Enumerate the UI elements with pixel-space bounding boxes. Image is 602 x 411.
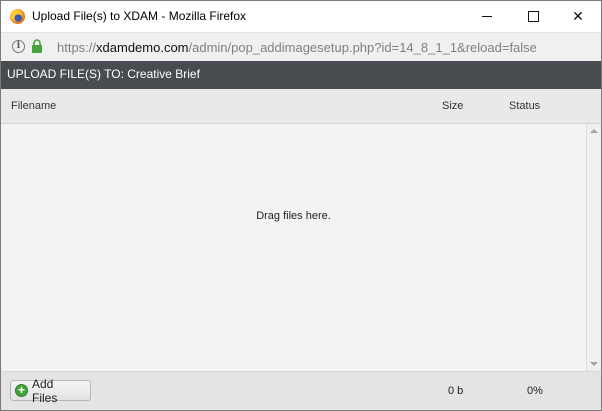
upload-title: UPLOAD FILE(S) TO: Creative Brief — [7, 67, 200, 81]
total-progress: 0% — [527, 385, 543, 397]
close-button[interactable]: ✕ — [555, 1, 601, 32]
file-list-scrollbar[interactable] — [586, 124, 601, 371]
firefox-icon — [10, 9, 25, 24]
scroll-up-icon[interactable] — [590, 129, 598, 133]
add-icon: + — [15, 384, 28, 397]
lock-icon — [32, 39, 42, 53]
minimize-button[interactable] — [464, 1, 510, 32]
info-icon[interactable]: i — [12, 40, 25, 53]
upload-footer: + Add Files 0 b 0% — [1, 371, 601, 410]
browser-window: Upload File(s) to XDAM - Mozilla Firefox… — [0, 0, 602, 411]
url-domain: xdamdemo.com — [96, 40, 189, 55]
add-files-button[interactable]: + Add Files — [10, 377, 91, 405]
maximize-button[interactable] — [510, 1, 556, 32]
url-text[interactable]: https://xdamdemo.com/admin/pop_addimages… — [57, 40, 537, 55]
file-drop-zone[interactable]: Drag files here. — [1, 124, 586, 371]
drop-hint: Drag files here. — [256, 210, 331, 222]
url-path: /admin/pop_addimagesetup.php?id=14_8_1_1… — [188, 40, 537, 55]
upload-header: UPLOAD FILE(S) TO: Creative Brief — [1, 61, 601, 89]
total-size: 0 b — [448, 385, 464, 397]
url-scheme: https:// — [57, 40, 97, 55]
column-size: Size — [442, 100, 464, 112]
title-bar: Upload File(s) to XDAM - Mozilla Firefox… — [1, 1, 601, 32]
column-filename: Filename — [11, 100, 57, 112]
add-files-label: Add Files — [32, 376, 58, 405]
window-title: Upload File(s) to XDAM - Mozilla Firefox — [32, 9, 247, 23]
minimize-icon — [482, 16, 492, 17]
file-table-header: Filename Size Status — [1, 89, 601, 124]
maximize-icon — [527, 11, 539, 22]
scroll-down-icon[interactable] — [590, 362, 598, 366]
url-bar[interactable]: i https://xdamdemo.com/admin/pop_addimag… — [1, 32, 601, 61]
close-icon: ✕ — [572, 8, 584, 24]
column-status: Status — [509, 100, 541, 112]
